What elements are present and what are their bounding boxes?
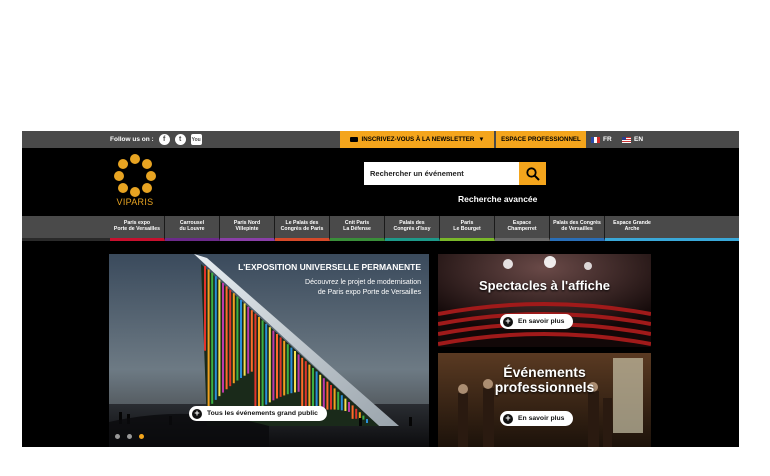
envelope-icon <box>349 137 358 142</box>
language-fr[interactable]: FR <box>591 131 612 148</box>
nav-item-palais-issy[interactable]: Palais des Congrès d'Issy <box>385 216 440 241</box>
slider-dot-1[interactable] <box>115 434 120 439</box>
facade-led-bar <box>272 330 275 401</box>
follow-label: Follow us on : <box>110 136 154 143</box>
social-links: Follow us on : f t You <box>110 131 202 148</box>
youtube-icon[interactable]: You <box>190 134 202 145</box>
facade-led-bar <box>232 293 235 384</box>
facade-led-bar <box>211 272 214 404</box>
language-en[interactable]: EN <box>622 131 643 148</box>
plus-icon: + <box>503 413 513 424</box>
plus-icon: + <box>503 316 513 327</box>
facade-led-bar <box>214 276 217 400</box>
all-events-label: Tous les événements grand public <box>207 410 318 417</box>
pro-events-more-button[interactable]: + En savoir plus <box>500 411 574 426</box>
pro-events-more-label: En savoir plus <box>518 415 565 422</box>
facade-led-bar <box>222 283 224 393</box>
nav-item-carrousel[interactable]: Carrousel du Louvre <box>165 216 220 241</box>
france-flag-icon <box>591 136 600 143</box>
facade-led-bar <box>366 419 368 423</box>
facade-led-bar <box>236 296 239 381</box>
hero-title: L'EXPOSITION UNIVERSELLE PERMANENTE <box>238 262 421 272</box>
facade-led-bar <box>254 313 257 413</box>
nav-item-paris-expo[interactable]: Paris expo Porte de Versailles <box>110 216 165 241</box>
slider-dot-3[interactable] <box>139 434 144 439</box>
facade-led-bar <box>276 334 278 399</box>
facade-led-bar <box>340 395 343 411</box>
facade-led-bar <box>326 381 329 410</box>
slider-dot-2[interactable] <box>127 434 132 439</box>
shows-more-label: En savoir plus <box>518 318 565 325</box>
nav-filler-left <box>22 216 110 241</box>
facade-led-bar <box>348 402 350 412</box>
facade-led-bar <box>333 388 336 410</box>
shows-more-button[interactable]: + En savoir plus <box>500 314 574 329</box>
newsletter-button[interactable]: INSCRIVEZ-VOUS À LA NEWSLETTER ▼ <box>340 131 494 148</box>
search-field[interactable] <box>364 162 519 185</box>
facade-led-bar <box>337 391 340 410</box>
facade-led-bar <box>204 266 206 351</box>
facade-led-bar <box>247 306 250 374</box>
advanced-search-link[interactable]: Recherche avancée <box>458 194 537 204</box>
search-button[interactable] <box>519 162 546 185</box>
logo-text: VIPARIS <box>116 197 154 207</box>
facade-led-bar <box>351 405 354 419</box>
venue-nav: Paris expo Porte de Versailles Carrousel d… <box>110 216 660 241</box>
facade-led-bar <box>265 323 268 405</box>
viparis-logo[interactable]: VIPARIS <box>112 153 158 213</box>
nav-item-cnit[interactable]: Cnit Paris La Défense <box>330 216 385 241</box>
facade-led-bar <box>286 344 289 395</box>
nav-item-paris-nord[interactable]: Paris Nord Villepinte <box>220 216 275 241</box>
top-utility-bar: Follow us on : f t You INSCRIVEZ-VOUS À … <box>22 131 739 148</box>
facade-led-bar <box>240 300 242 378</box>
theatre-image <box>438 254 651 347</box>
logo-mark-icon <box>114 154 156 197</box>
all-events-button[interactable]: + Tous les événements grand public <box>189 406 327 421</box>
facade-led-bar <box>344 398 347 412</box>
hero-subtitle: Découvrez le projet de modernisation de P… <box>305 279 421 297</box>
shows-card-title: Spectacles à l'affiche <box>479 278 610 293</box>
dropdown-arrow-icon: ▼ <box>478 136 485 143</box>
facade-led-bar <box>294 351 296 393</box>
lang-en-label: EN <box>634 136 644 143</box>
nav-item-palais-congres-paris[interactable]: Le Palais des Congrès de Paris <box>275 216 330 241</box>
uk-flag-icon <box>622 136 631 143</box>
facade-led-bar <box>261 320 264 408</box>
facade-led-bar <box>207 269 210 408</box>
pro-events-card[interactable]: Événements professionnels + En savoir plu… <box>438 353 651 447</box>
nav-filler-right <box>651 216 739 241</box>
search-input[interactable] <box>364 162 519 185</box>
nav-item-palais-versailles[interactable]: Palais des Congrès de Versailles <box>550 216 605 241</box>
facade-led-bar <box>279 337 282 397</box>
facade-led-bar <box>297 354 300 392</box>
plus-icon: + <box>192 408 202 419</box>
facade-led-bar <box>218 279 221 397</box>
pro-events-card-title: Événements professionnels <box>494 364 595 396</box>
facade-led-bar <box>225 286 228 390</box>
facade-led-bar <box>268 327 271 403</box>
facade-led-bar <box>290 347 293 394</box>
facade-led-bar <box>283 340 286 396</box>
facade-led-bar <box>229 289 232 387</box>
facade-led-bar <box>362 415 365 420</box>
hero-banner[interactable]: L'EXPOSITION UNIVERSELLE PERMANENTE Déco… <box>109 254 429 447</box>
facade-led-bar <box>358 412 361 419</box>
facade-led-bar <box>243 303 246 376</box>
newsletter-label: INSCRIVEZ-VOUS À LA NEWSLETTER <box>361 136 475 143</box>
search-icon <box>525 166 540 181</box>
slider-dots <box>115 434 144 439</box>
shows-card[interactable]: Spectacles à l'affiche + En savoir plus <box>438 254 651 347</box>
nav-item-champerret[interactable]: Espace Champerret <box>495 216 550 241</box>
facade-led-bar <box>322 378 325 410</box>
facade-led-bar <box>250 310 253 372</box>
facebook-icon[interactable]: f <box>158 134 170 145</box>
viparis-homepage: Follow us on : f t You INSCRIVEZ-VOUS À … <box>22 131 739 447</box>
lang-fr-label: FR <box>603 136 612 143</box>
pro-space-button[interactable]: ESPACE PROFESSIONNEL <box>496 131 586 148</box>
nav-item-bourget[interactable]: Paris Le Bourget <box>440 216 495 241</box>
facade-led-bar <box>330 385 332 410</box>
facade-led-bar <box>258 317 260 410</box>
twitter-icon[interactable]: t <box>174 134 186 145</box>
facade-led-bar <box>355 408 358 419</box>
